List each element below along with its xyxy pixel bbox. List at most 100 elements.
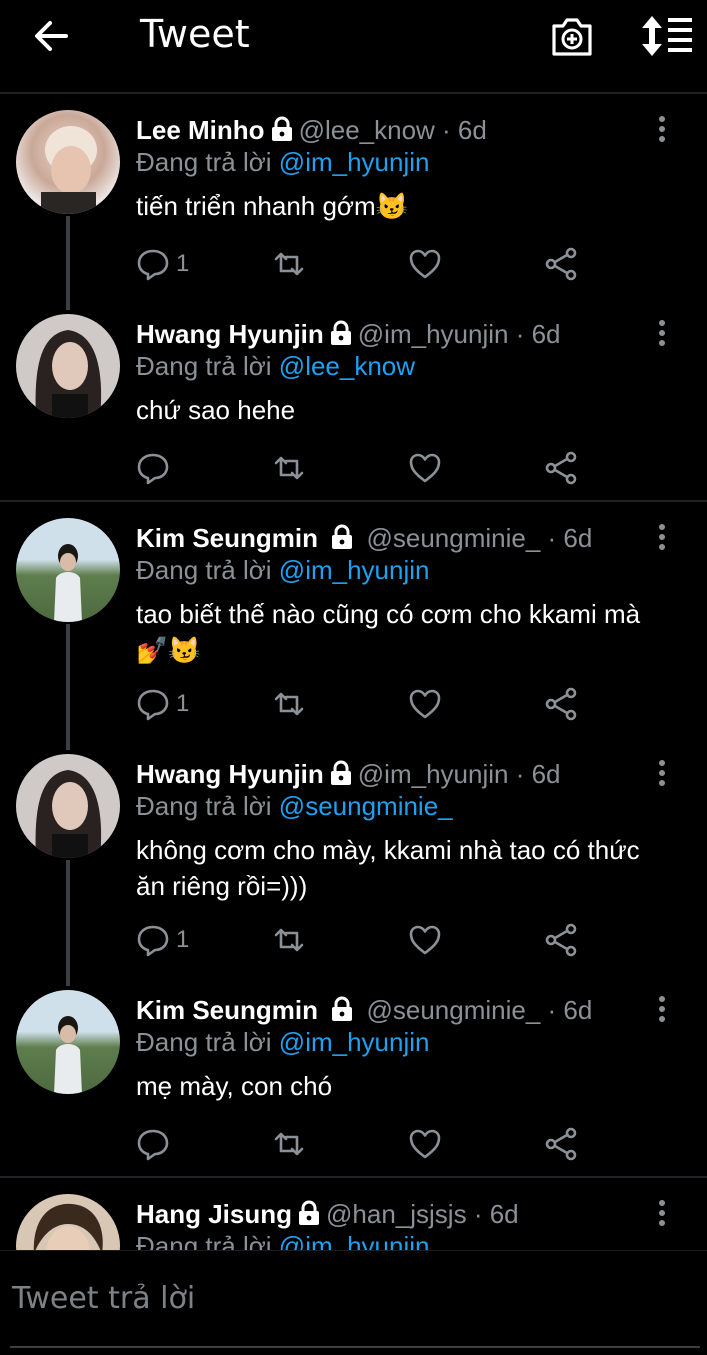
avatar[interactable]: [16, 754, 120, 858]
replying-to: Đang trả lời @im_hyunjin: [136, 1026, 429, 1058]
tweet-header: Hwang Hyunjin @im_hyunjin · 6d: [136, 318, 561, 350]
tweet-text: không cơm cho mày, kkami nhà tao có thức…: [136, 835, 640, 901]
reply-icon: [137, 249, 169, 281]
tweet-actions: [136, 1124, 596, 1164]
retweet-button[interactable]: [272, 920, 306, 960]
mention-link[interactable]: @lee_know: [279, 351, 415, 381]
reply-button[interactable]: 1: [136, 244, 189, 284]
tweet-header: Hwang Hyunjin @im_hyunjin · 6d: [136, 758, 561, 790]
avatar[interactable]: [16, 314, 120, 418]
replying-to: Đang trả lời @im_hyunjin: [136, 554, 429, 586]
more-options-icon[interactable]: [652, 318, 672, 348]
camera-add-icon[interactable]: [550, 14, 594, 58]
back-arrow-icon[interactable]: [30, 14, 74, 58]
retweet-icon: [274, 252, 304, 276]
share-button[interactable]: [544, 1124, 578, 1164]
lock-icon: [299, 1200, 320, 1225]
more-options-icon[interactable]: [652, 1198, 672, 1228]
like-button[interactable]: [408, 244, 442, 284]
display-name[interactable]: Lee Minho: [136, 115, 265, 145]
reply-button[interactable]: [136, 448, 176, 488]
reply-count: 1: [176, 690, 190, 717]
like-button[interactable]: [408, 448, 442, 488]
share-button[interactable]: [544, 244, 578, 284]
mention-link[interactable]: @im_hyunjin: [279, 1027, 430, 1057]
heart-icon: [409, 1129, 441, 1159]
thread-line: [66, 860, 70, 986]
retweet-button[interactable]: [272, 684, 306, 724]
reply-button[interactable]: 1: [136, 920, 189, 960]
display-name[interactable]: Hwang Hyunjin: [136, 319, 324, 349]
heart-icon: [409, 689, 441, 719]
share-icon: [545, 247, 577, 281]
timestamp: · 6d: [442, 115, 487, 145]
retweet-icon: [274, 1132, 304, 1156]
reply-input[interactable]: Tweet trả lời: [12, 1281, 195, 1316]
tweet-header: Kim Seungmin @seungminie_ · 6d: [136, 994, 592, 1026]
top-bar: Tweet: [0, 0, 707, 94]
more-options-icon[interactable]: [652, 758, 672, 788]
lock-icon: [271, 116, 292, 141]
reply-composer[interactable]: Tweet trả lời: [0, 1250, 707, 1355]
reply-button[interactable]: 1: [136, 684, 189, 724]
heart-icon: [409, 925, 441, 955]
input-underline: [10, 1346, 700, 1348]
mention-link[interactable]: @im_hyunjin: [279, 555, 430, 585]
thread-divider: [0, 1176, 707, 1178]
display-name[interactable]: Hwang Hyunjin: [136, 759, 324, 789]
display-name[interactable]: Hang Jisung: [136, 1199, 292, 1229]
replying-label: Đang trả lời: [136, 1027, 272, 1057]
user-handle: @seungminie_: [366, 995, 541, 1025]
tweet-text: tiến triển nhanh gớm😼: [136, 191, 409, 221]
reply-icon: [137, 689, 169, 721]
mention-link[interactable]: @im_hyunjin: [279, 147, 430, 177]
thread-line: [66, 624, 70, 750]
tweet-header: Kim Seungmin @seungminie_ · 6d: [136, 522, 592, 554]
heart-icon: [409, 249, 441, 279]
retweet-icon: [274, 456, 304, 480]
share-button[interactable]: [544, 448, 578, 488]
like-button[interactable]: [408, 1124, 442, 1164]
timestamp: · 6d: [473, 1199, 519, 1229]
more-options-icon[interactable]: [652, 522, 672, 552]
replying-to: Đang trả lời @seungminie_: [136, 790, 453, 822]
retweet-button[interactable]: [272, 1124, 306, 1164]
reply-button[interactable]: [136, 1124, 176, 1164]
avatar[interactable]: [16, 518, 120, 622]
avatar[interactable]: [16, 990, 120, 1094]
reply-icon: [137, 925, 169, 957]
tweet-text: tao biết thế nào cũng có cơm cho kkami m…: [136, 599, 641, 665]
avatar[interactable]: [16, 110, 120, 214]
like-button[interactable]: [408, 920, 442, 960]
user-handle: @im_hyunjin: [357, 759, 509, 789]
share-icon: [545, 451, 577, 485]
share-icon: [545, 1127, 577, 1161]
tweet-text: mẹ mày, con chó: [136, 1071, 333, 1101]
display-name[interactable]: Kim Seungmin: [136, 995, 318, 1025]
replying-to: Đang trả lời @im_hyunjin: [136, 146, 429, 178]
display-name[interactable]: Kim Seungmin: [136, 523, 318, 553]
user-handle: @im_hyunjin: [357, 319, 509, 349]
more-options-icon[interactable]: [652, 114, 672, 144]
timestamp: · 6d: [515, 759, 561, 789]
mention-link[interactable]: @seungminie_: [279, 791, 453, 821]
tweet-actions: 1: [136, 920, 596, 960]
reply-icon: [137, 453, 169, 485]
tweet-actions: 1: [136, 244, 596, 284]
share-icon: [545, 687, 577, 721]
replying-label: Đang trả lời: [136, 147, 272, 177]
replying-to: Đang trả lời @lee_know: [136, 350, 415, 382]
like-button[interactable]: [408, 684, 442, 724]
lock-icon: [332, 996, 353, 1021]
user-handle: @han_jsjsjs: [326, 1199, 467, 1229]
retweet-button[interactable]: [272, 448, 306, 488]
retweet-button[interactable]: [272, 244, 306, 284]
user-handle: @lee_know: [298, 115, 435, 145]
share-button[interactable]: [544, 920, 578, 960]
more-options-icon[interactable]: [652, 994, 672, 1024]
share-button[interactable]: [544, 684, 578, 724]
thread-line: [66, 216, 70, 310]
sort-replies-icon[interactable]: [640, 14, 694, 58]
tweet-header: Lee Minho @lee_know · 6d: [136, 114, 487, 146]
lock-icon: [330, 760, 351, 785]
